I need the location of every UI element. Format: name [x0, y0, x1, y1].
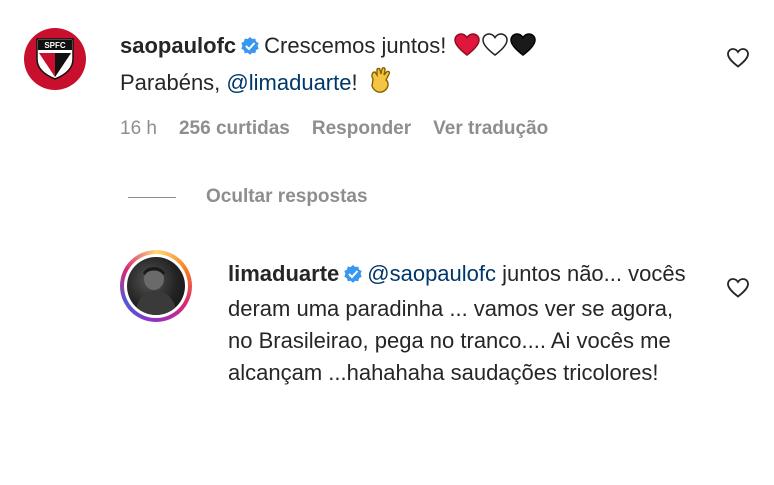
mention-link[interactable]: @saopaulofc [367, 261, 496, 286]
avatar-photo [127, 257, 185, 315]
hide-replies-label: Ocultar respostas [206, 186, 368, 207]
likes-count[interactable]: 256 curtidas [179, 118, 290, 140]
avatar-inner [124, 254, 188, 318]
translate-button[interactable]: Ver tradução [433, 118, 548, 140]
reply-username[interactable]: limaduarte [228, 261, 339, 286]
timestamp[interactable]: 16 h [120, 118, 157, 140]
verified-badge-icon [343, 261, 363, 293]
avatar[interactable]: SPFC [24, 28, 86, 90]
comment-username[interactable]: saopaulofc [120, 33, 236, 58]
verified-badge-icon [240, 33, 260, 65]
comment-meta: 16 h 256 curtidas Responder Ver tradução [120, 118, 548, 140]
black-heart-emoji [510, 33, 537, 66]
avatar[interactable] [120, 250, 192, 322]
comment-text: Crescemos juntos! [264, 33, 447, 58]
divider [128, 196, 176, 198]
heart-outline-icon [727, 278, 749, 298]
svg-text:SPFC: SPFC [44, 41, 66, 50]
hide-replies-button[interactable]: Ocultar respostas [128, 186, 368, 208]
comment-text-prefix: Parabéns, [120, 70, 221, 95]
like-button[interactable] [726, 46, 750, 70]
reply-body: limaduarte @saopaulofc juntos não... você… [228, 258, 698, 389]
reply-button[interactable]: Responder [312, 118, 411, 140]
red-heart-emoji [454, 33, 481, 66]
clapping-hands-emoji [366, 66, 394, 103]
white-heart-emoji [482, 33, 509, 66]
like-button[interactable] [726, 276, 750, 300]
heart-outline-icon [727, 48, 749, 68]
spfc-crest-icon: SPFC [36, 38, 74, 80]
comment-body: saopaulofc Crescemos juntos! Parabéns, @l… [120, 30, 680, 103]
comment-text-suffix: ! [351, 70, 358, 95]
mention-link[interactable]: @limaduarte [226, 70, 351, 95]
